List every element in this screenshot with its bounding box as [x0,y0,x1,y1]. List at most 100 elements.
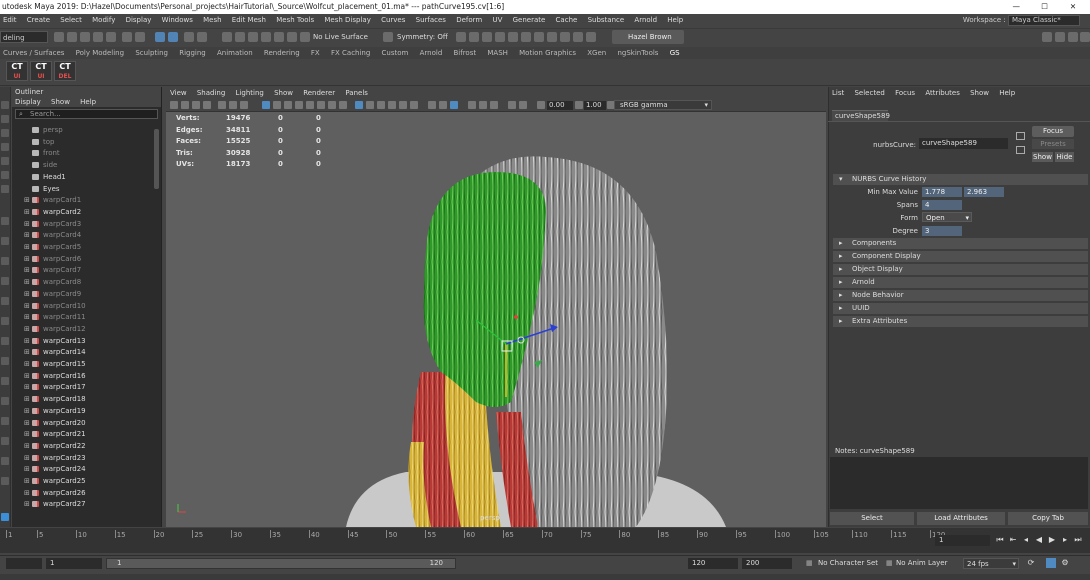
outliner-item[interactable]: ⊞ warpCard12 [12,324,152,336]
expand-icon[interactable]: ⊞ [24,242,32,254]
expand-icon[interactable]: ⊞ [24,406,32,418]
bookmark-icon[interactable] [192,101,200,109]
menu-item[interactable]: Modify [92,16,115,24]
shelf-tab[interactable]: FX [311,49,320,57]
gamma-field[interactable]: 1.00 [584,101,606,110]
shelf-tab[interactable]: MASH [487,49,508,57]
film-icon[interactable] [479,101,487,109]
ipr-render-icon[interactable] [495,32,505,42]
step-forward-icon[interactable]: ▸ [1060,535,1070,545]
xray-icon[interactable] [306,101,314,109]
select-tool-icon[interactable] [1,101,9,109]
outliner-item[interactable]: ⊞ warpCard4 [12,230,152,242]
range-end-field[interactable]: 120 [688,558,738,569]
render-frame-icon[interactable] [482,32,492,42]
play-backward-icon[interactable]: ◀ [1034,535,1044,545]
select-mask-icon[interactable] [184,32,194,42]
outliner-item[interactable]: ⊞ warpCard21 [12,429,152,441]
layout-icon[interactable] [1,417,9,425]
snap-magnet-icon[interactable] [287,32,297,42]
character-icon[interactable]: ▦ [806,558,814,569]
outliner-menu-item[interactable]: Show [51,98,70,106]
shelf-tab[interactable]: Sculpting [135,49,168,57]
snap-surface-icon[interactable] [274,32,284,42]
outliner-item[interactable]: ⊞ warpCard16 [12,371,152,383]
loop-icon[interactable]: ⟳ [1026,558,1036,568]
select-by-type-icon[interactable] [168,32,178,42]
go-to-start-icon[interactable]: ⏮ [995,535,1005,545]
menu-item[interactable]: Curves [381,16,405,24]
gamma-icon[interactable] [575,101,583,109]
shelf-tab[interactable]: XGen [587,49,606,57]
attr-menu-item[interactable]: Show [970,89,989,97]
toggle-icon[interactable] [573,32,583,42]
attr-menu-item[interactable]: Selected [854,89,884,97]
expand-icon[interactable]: ⊞ [24,219,32,231]
minimize-icon[interactable]: — [1003,0,1029,14]
outliner-item[interactable]: ⊞ warpCard7 [12,265,152,277]
symmetry-dropdown[interactable]: Symmetry: Off [397,31,448,43]
wireframe-icon[interactable] [262,101,270,109]
wireframe-on-shaded-icon[interactable] [295,101,303,109]
shelf-tab[interactable]: FX Caching [331,49,370,57]
layout-icon[interactable] [1,377,9,385]
shelf-tab[interactable]: Motion Graphics [519,49,576,57]
outliner-item[interactable]: ⊞ warpCard18 [12,394,152,406]
move-tool-icon[interactable] [1,143,9,151]
focus-button[interactable]: Focus [1032,126,1074,137]
outliner-item[interactable]: ⊞ warpCard20 [12,418,152,430]
outliner-item[interactable]: ⊞ warpCard22 [12,441,152,453]
outliner-menu-item[interactable]: Display [15,98,41,106]
viewport-menu-item[interactable]: Shading [197,89,225,97]
save-scene-icon[interactable] [80,32,90,42]
scene-render[interactable] [166,112,826,527]
hide-button[interactable]: Hide [1055,152,1074,162]
outliner-item[interactable]: ⊞ warpCard10 [12,301,152,313]
outliner-item[interactable]: ⊞ warpCard5 [12,242,152,254]
outliner-item[interactable]: ⊞ warpCard11 [12,312,152,324]
outliner-item[interactable]: ⊞ warpCard26 [12,488,152,500]
outliner-scrollbar[interactable] [154,129,159,189]
select-object-icon[interactable] [135,32,145,42]
live-surface-label[interactable]: No Live Surface [313,31,368,43]
outliner-item[interactable]: ⊞ warpCard13 [12,336,152,348]
outliner-item[interactable]: ⊞ warpCard17 [12,382,152,394]
outliner-item[interactable]: ⊞ warpCard23 [12,453,152,465]
layout-icon[interactable] [1,337,9,345]
layer-icon[interactable]: ▦ [886,558,894,569]
focus-output-icon[interactable] [1016,146,1025,154]
outliner-item[interactable]: Head1 [12,172,152,184]
menu-item[interactable]: Substance [588,16,625,24]
exposure-field[interactable]: 0.00 [547,101,573,110]
camera-icon[interactable] [468,101,476,109]
viewport-menu-item[interactable]: View [170,89,187,97]
redo-icon[interactable] [106,32,116,42]
menu-item[interactable]: Help [667,16,683,24]
outliner-item[interactable]: ⊞ warpCard8 [12,277,152,289]
attr-section[interactable]: ▸ Component Display [833,251,1088,262]
antialias-icon[interactable] [388,101,396,109]
outliner-item[interactable]: ⊞ warpCard24 [12,464,152,476]
auto-key-icon[interactable] [1046,558,1056,568]
workspace-dropdown[interactable]: Maya Classic* [1008,14,1080,26]
render-settings-icon[interactable] [508,32,518,42]
step-back-icon[interactable]: ◂ [1021,535,1031,545]
expand-icon[interactable]: ⊞ [24,312,32,324]
shelf-tab[interactable]: Poly Modeling [76,49,124,57]
view-transform-dropdown[interactable]: sRGB gamma ▾ [614,100,712,110]
expand-icon[interactable]: ⊞ [24,289,32,301]
shadows-icon[interactable] [355,101,363,109]
menu-item[interactable]: Windows [162,16,193,24]
min-value-field[interactable]: 1.778 [922,187,962,197]
paint-select-icon[interactable] [1,129,9,137]
lasso-tool-icon[interactable] [1,115,9,123]
shelf-tab[interactable]: Custom [382,49,409,57]
expand-icon[interactable]: ⊞ [24,336,32,348]
dof-icon[interactable] [399,101,407,109]
spans-field[interactable]: 4 [922,200,962,210]
shelf-tab[interactable]: Rendering [264,49,300,57]
attr-menu-item[interactable]: Focus [895,89,915,97]
menu-item[interactable]: Mesh Display [324,16,370,24]
outliner-search-input[interactable]: ⌕ Search... [15,109,158,119]
expand-icon[interactable]: ⊞ [24,195,32,207]
